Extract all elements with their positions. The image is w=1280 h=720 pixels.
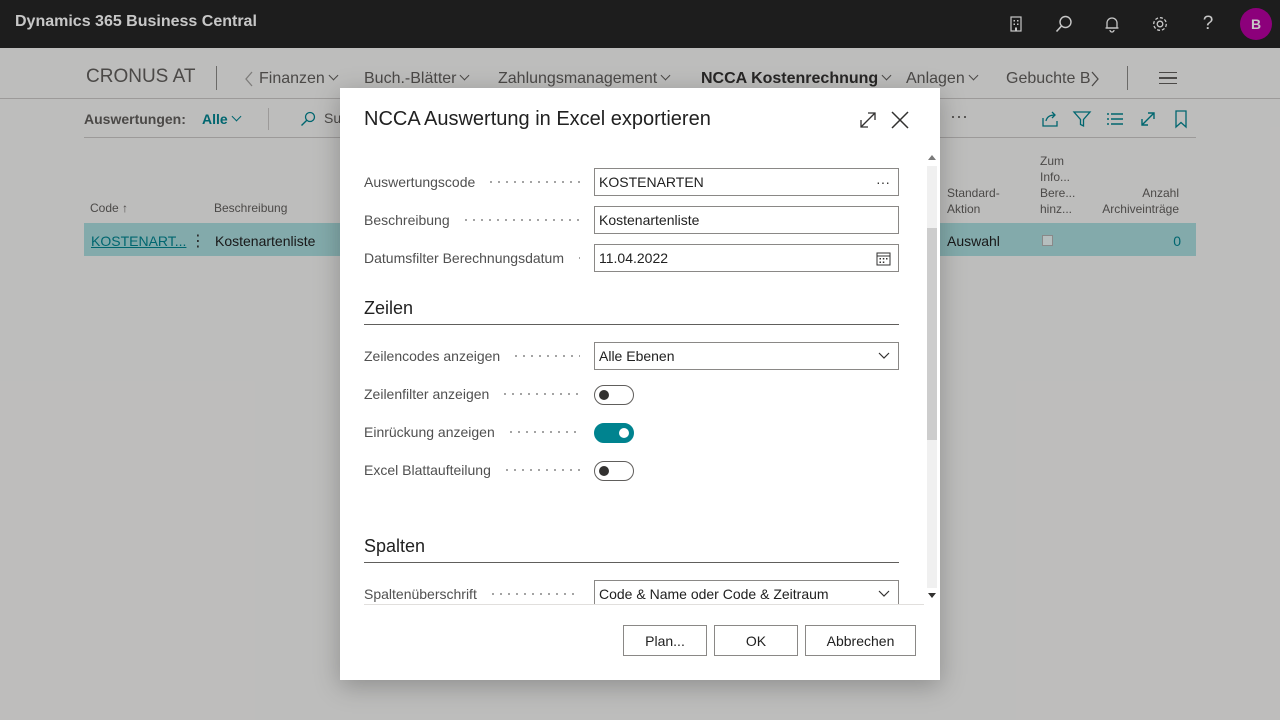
einrueckung-toggle[interactable] [594,423,634,443]
auswertungscode-field[interactable]: KOSTENARTEN ··· [594,168,899,196]
beschreibung-label: Beschreibung [364,212,584,228]
einrueckung-label: Einrückung anzeigen [364,424,584,440]
scroll-down-icon[interactable] [928,593,936,598]
scroll-thumb[interactable] [927,228,937,440]
zeilencodes-select[interactable]: Alle Ebenen [594,342,899,370]
expand-icon[interactable] [857,109,879,131]
datumsfilter-field[interactable]: 11.04.2022 [594,244,899,272]
blattaufteilung-label: Excel Blattaufteilung [364,462,584,478]
chevron-down-icon [878,590,890,597]
dialog-scrollbar[interactable] [924,150,938,604]
dialog-title: NCCA Auswertung in Excel exportieren [364,108,711,130]
beschreibung-field[interactable]: Kostenartenliste [594,206,899,234]
export-dialog: NCCA Auswertung in Excel exportieren Aus… [340,88,940,680]
datumsfilter-label: Datumsfilter Berechnungsdatum [364,250,584,266]
chevron-down-icon [878,352,890,359]
close-icon[interactable] [889,109,911,131]
spaltenueberschrift-label: Spaltenüberschrift [364,586,584,602]
zeilenfilter-toggle[interactable] [594,385,634,405]
cancel-button[interactable]: Abbrechen [805,625,916,656]
zeilencodes-label: Zeilencodes anzeigen [364,348,584,364]
scroll-up-icon[interactable] [928,155,936,160]
zeilenfilter-label: Zeilenfilter anzeigen [364,386,584,402]
blattaufteilung-toggle[interactable] [594,461,634,481]
calendar-icon[interactable] [876,251,891,266]
auswertungscode-label: Auswertungscode [364,174,584,190]
ok-button[interactable]: OK [714,625,798,656]
spaltenueberschrift-select[interactable]: Code & Name oder Code & Zeitraum [594,580,899,604]
section-zeilen[interactable]: Zeilen [364,298,899,325]
content-fade-divider [364,604,924,605]
plan-button[interactable]: Plan... [623,625,707,656]
lookup-button[interactable]: ··· [876,169,890,195]
section-spalten[interactable]: Spalten [364,536,899,563]
